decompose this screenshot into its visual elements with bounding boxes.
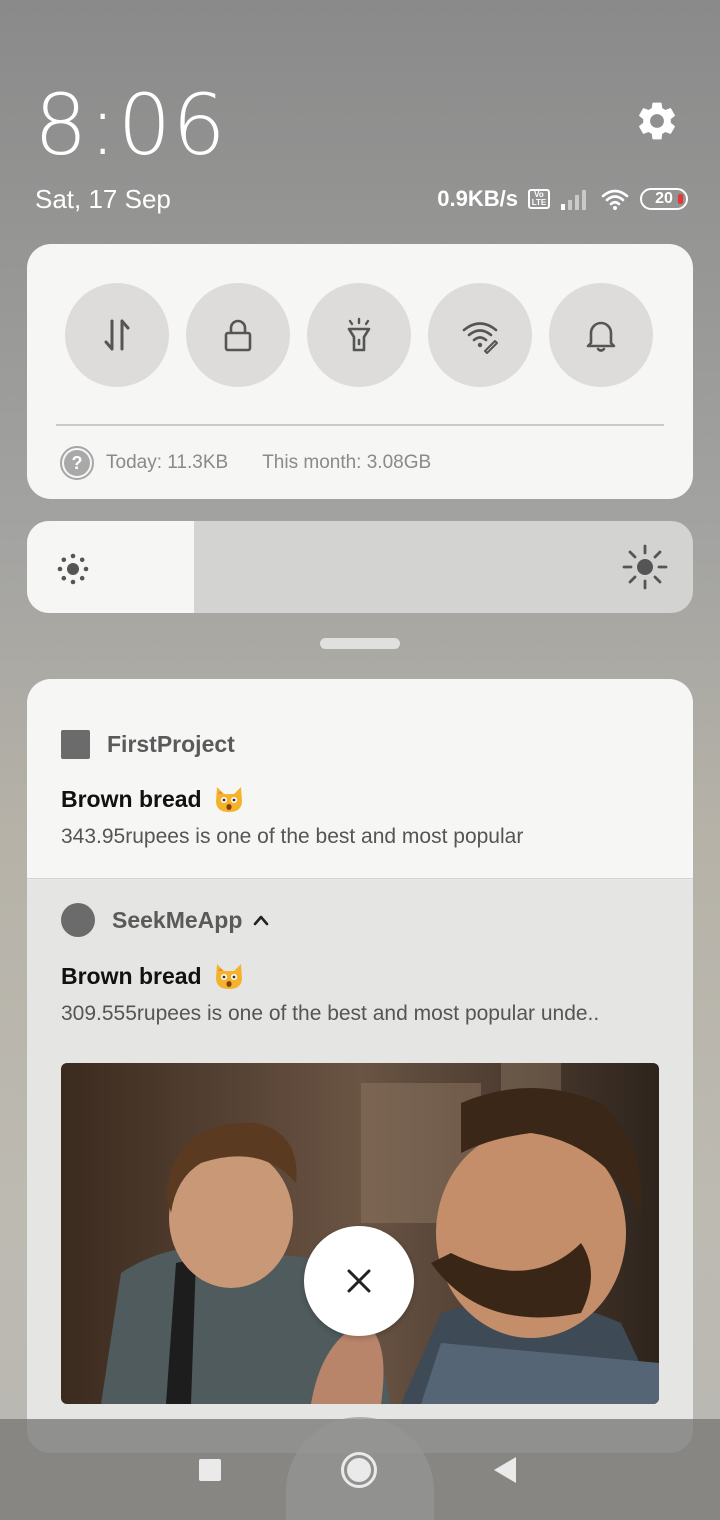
app-icon	[61, 730, 90, 759]
wifi-icon	[601, 189, 629, 210]
notification-title: Brown bread	[61, 785, 244, 813]
notification-title: Brown bread	[61, 962, 244, 990]
data-usage-row[interactable]: ? Today: 11.3KB This month: 3.08GB	[60, 446, 431, 480]
brightness-low-icon	[57, 553, 89, 585]
settings-gear-icon[interactable]	[634, 98, 680, 144]
lock-icon	[224, 319, 252, 352]
help-icon: ?	[60, 446, 94, 480]
network-speed: 0.9KB/s	[437, 186, 518, 211]
notification-app-row: SeekMeApp	[61, 903, 270, 937]
brightness-high-icon	[622, 544, 668, 590]
status-bar: 0.9KB/s Vo LTE 20	[437, 184, 688, 214]
screen-lock-toggle[interactable]	[186, 283, 290, 387]
volte-icon: Vo LTE	[528, 189, 550, 209]
divider	[56, 424, 664, 426]
cat-emoji-icon	[215, 964, 242, 989]
navigation-bar	[0, 1417, 720, 1520]
data-transfer-icon	[104, 319, 130, 351]
wifi-toggle[interactable]	[428, 283, 532, 387]
usage-month: This month: 3.08GB	[262, 452, 432, 473]
volte-bottom: LTE	[531, 198, 547, 207]
notification-list: FirstProject Brown bread 343.95rupees is…	[27, 679, 693, 1453]
notification-firstproject[interactable]: FirstProject Brown bread 343.95rupees is…	[27, 679, 693, 879]
wifi-hotspot-icon	[462, 322, 498, 354]
cat-emoji-icon	[215, 787, 242, 812]
back-button[interactable]	[494, 1457, 516, 1483]
recents-button[interactable]	[199, 1459, 221, 1481]
app-name: SeekMeApp	[112, 906, 243, 933]
clock[interactable]: 8:06	[34, 76, 227, 174]
brightness-fill	[27, 521, 194, 613]
brightness-slider[interactable]	[27, 521, 693, 613]
notification-seekmeapp[interactable]: SeekMeApp Brown bread 309.555rupees is o…	[27, 880, 693, 1453]
battery-level: 20	[655, 190, 673, 207]
sound-toggle[interactable]	[549, 283, 653, 387]
notification-body: 343.95rupees is one of the best and most…	[61, 825, 524, 848]
flashlight-icon	[347, 317, 371, 352]
panel-drag-handle[interactable]	[320, 638, 400, 649]
chevron-up-icon[interactable]	[252, 914, 270, 926]
mobile-data-toggle[interactable]	[65, 283, 169, 387]
battery-icon: 20	[640, 188, 688, 210]
quick-settings-row	[65, 283, 653, 387]
notification-app-row: FirstProject	[61, 730, 235, 759]
bell-icon	[586, 321, 616, 352]
app-icon	[61, 903, 95, 937]
home-button[interactable]	[341, 1452, 377, 1488]
signal-icon	[561, 190, 586, 210]
app-name: FirstProject	[107, 731, 235, 757]
clear-all-button[interactable]	[304, 1226, 414, 1336]
notification-body: 309.555rupees is one of the best and mos…	[61, 1002, 600, 1025]
close-icon	[347, 1269, 371, 1293]
flashlight-toggle[interactable]	[307, 283, 411, 387]
date: Sat, 17 Sep	[35, 184, 171, 214]
usage-today: Today: 11.3KB	[106, 452, 229, 473]
quick-settings-panel: ? Today: 11.3KB This month: 3.08GB	[27, 244, 693, 499]
